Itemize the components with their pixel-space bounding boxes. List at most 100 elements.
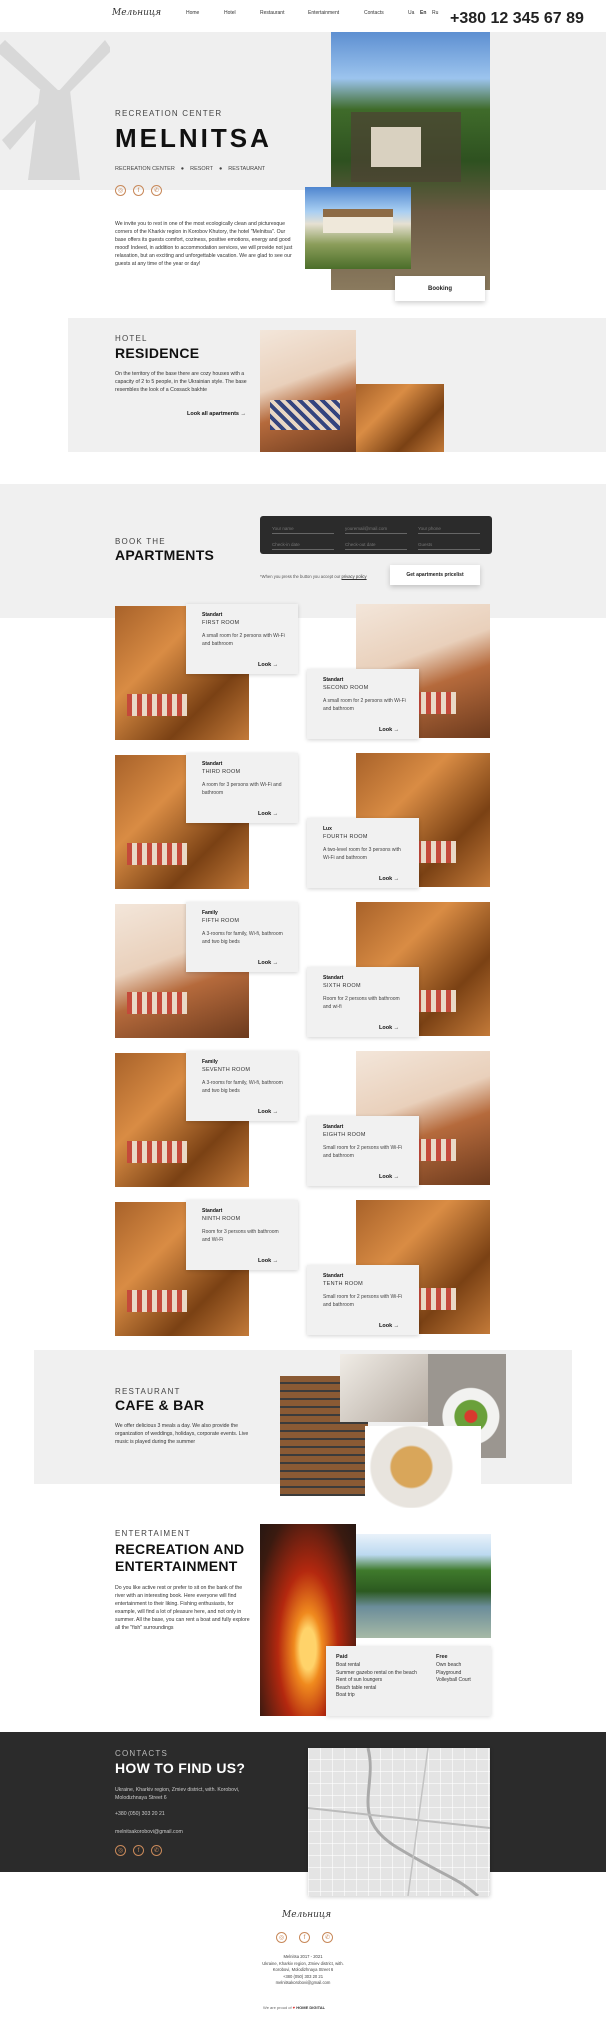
logo[interactable]: Мельниця [112,8,161,18]
room-card: Standart NINTH ROOM Room for 3 persons w… [186,1200,298,1270]
hero-photo-garden [305,187,411,269]
booking-button[interactable]: Booking [395,276,485,301]
room-look-link[interactable]: Look → [258,1258,278,1264]
arrow-right-icon: → [240,411,247,417]
room-look-label: Look [258,960,272,966]
room-category: Family [202,910,218,916]
room-category: Lux [323,826,332,832]
residence-photo-1 [260,330,356,452]
room-name: SIXTH ROOM [323,983,361,989]
facebook-icon[interactable]: f [133,185,144,196]
room-desc: A 3-rooms for family, Wi-fi, bathroom an… [202,1080,283,1094]
room-look-label: Look [258,662,272,668]
room-desc: Small room for 2 persons with Wi-Fi and … [323,1145,403,1159]
separator-dot: ● [218,166,223,172]
paid-title: Paid [336,1654,348,1660]
room-name: FIFTH ROOM [202,918,240,924]
nav-entertainment[interactable]: Entertainment [308,10,339,16]
room-look-link[interactable]: Look → [379,1025,399,1031]
room-desc: Room for 2 persons with bathroom and wi-… [323,996,400,1010]
phone-input[interactable] [418,524,480,534]
residence-photo-2 [356,384,444,452]
footer-social: ◎ f ✆ [276,1932,333,1943]
contacts-phone[interactable]: +380 (050) 303 20 21 [115,1810,165,1818]
room-look-link[interactable]: Look → [258,662,278,668]
instagram-icon[interactable]: ◎ [276,1932,287,1943]
bed-shape [127,1141,187,1163]
residence-title: RESIDENCE [115,345,200,361]
phone-icon[interactable]: ✆ [151,1845,162,1856]
room-look-link[interactable]: Look → [258,1109,278,1115]
nav-contacts[interactable]: Contacts [364,10,384,16]
cafe-photo-table [340,1354,428,1422]
room-name: SECOND ROOM [323,685,369,691]
room-desc: A small room for 2 persons with Wi-Fi an… [202,633,285,647]
agency-link[interactable]: HOME DIGITAL [296,2005,325,2010]
contacts-email[interactable]: melnitsakorobovi@gmail.com [115,1828,183,1836]
facebook-icon[interactable]: f [133,1845,144,1856]
lang-ru[interactable]: Ru [432,10,438,16]
checkin-input[interactable] [272,540,334,550]
name-input[interactable] [272,524,334,534]
free-item: Volleyball Court [436,1677,471,1683]
instagram-icon[interactable]: ◎ [115,1845,126,1856]
room-look-link[interactable]: Look → [379,727,399,733]
instagram-icon[interactable]: ◎ [115,185,126,196]
facebook-icon[interactable]: f [299,1932,310,1943]
room-look-label: Look [258,1109,272,1115]
footer-address: Ukraine, Kharkiv region, Zmiev district,… [262,1960,344,1973]
room-look-link[interactable]: Look → [258,960,278,966]
free-title: Free [436,1654,448,1660]
phone-icon[interactable]: ✆ [322,1932,333,1943]
room-desc: Small room for 2 persons with Wi-Fi and … [323,1294,403,1308]
hero-social: ◎ f ✆ [115,185,162,196]
lang-ua[interactable]: Ua [408,10,414,16]
room-name: SEVENTH ROOM [202,1067,251,1073]
arrow-right-icon: → [272,1258,279,1264]
room-look-link[interactable]: Look → [379,876,399,882]
room-name: TENTH ROOM [323,1281,363,1287]
room-category: Standart [202,761,223,767]
room-desc: Room for 3 persons with bathroom and Wi-… [202,1229,279,1243]
all-apartments-label: Look all apartments [187,411,239,417]
room-category: Standart [202,1208,223,1214]
pricelist-button[interactable]: Get apartments pricelist [390,565,480,585]
contacts-address: Ukraine, Kharkiv region, Zmiev district,… [115,1787,240,1801]
checkout-input[interactable] [345,540,407,550]
paid-item: Boat trip [336,1692,355,1698]
guests-input[interactable] [418,540,480,550]
arrow-right-icon: → [393,1025,400,1031]
room-look-link[interactable]: Look → [258,811,278,817]
email-input[interactable] [345,524,407,534]
arrow-right-icon: → [393,1323,400,1329]
map[interactable] [308,1748,490,1896]
hero-tags: RECREATION CENTER ● RESORT ● RESTAURANT [115,166,265,172]
nav-restaurant[interactable]: Restaurant [260,10,284,16]
nav-home[interactable]: Home [186,10,199,16]
all-apartments-link[interactable]: Look all apartments → [187,411,246,417]
hero-tag: RESORT [190,166,213,172]
room-desc: A room for 3 persons with Wi-Fi and bath… [202,782,282,796]
nav-hotel[interactable]: Hotel [224,10,236,16]
room-category: Standart [202,612,223,618]
footer-logo[interactable]: Мельниця [282,1910,331,1920]
room-card: Standart SECOND ROOM A small room for 2 … [307,669,419,739]
header-phone[interactable]: +380 12 345 67 89 [450,10,584,28]
cafe-title: CAFE & BAR [115,1397,205,1413]
room-card: Family FIFTH ROOM A 3-rooms for family, … [186,902,298,972]
book-kicker: BOOK THE [115,537,166,546]
arrow-right-icon: → [272,1109,279,1115]
phone-icon[interactable]: ✆ [151,185,162,196]
room-look-link[interactable]: Look → [379,1174,399,1180]
room-look-label: Look [379,876,393,882]
contacts-band [0,1732,606,1872]
room-name: THIRD ROOM [202,769,241,775]
privacy-link[interactable]: privacy policy [341,574,366,579]
cafe-text: We offer delicious 3 meals a day. We als… [115,1423,249,1445]
room-card: Standart THIRD ROOM A room for 3 persons… [186,753,298,823]
lang-en[interactable]: En [420,10,426,16]
room-card: Standart SIXTH ROOM Room for 2 persons w… [307,967,419,1037]
header: Мельниця Home Hotel Restaurant Entertain… [0,0,606,28]
page: Мельниця Home Hotel Restaurant Entertain… [0,0,606,2032]
room-look-link[interactable]: Look → [379,1323,399,1329]
